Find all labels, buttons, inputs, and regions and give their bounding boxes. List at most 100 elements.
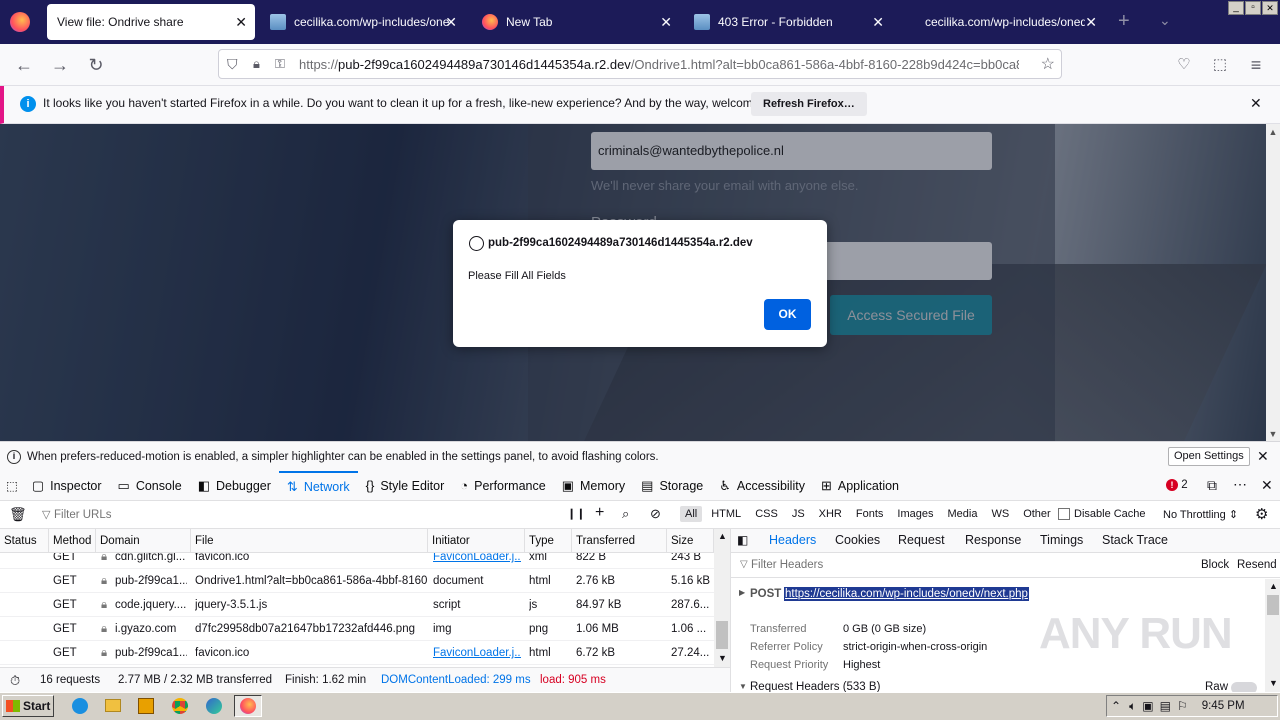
filter-xhr-button[interactable]: XHR bbox=[814, 506, 847, 522]
column-initiator[interactable]: Initiator bbox=[428, 529, 525, 553]
tray-expand-icon[interactable]: ⌃ bbox=[1111, 699, 1121, 713]
tab-cecilika-2[interactable]: cecilika.com/wp-includes/onedv/ ✕ bbox=[915, 4, 1105, 40]
throttling-select[interactable]: No Throttling ⇕ bbox=[1163, 508, 1238, 521]
filter-ws-button[interactable]: WS bbox=[986, 506, 1014, 522]
tab-stack-trace[interactable]: Stack Trace bbox=[1102, 533, 1168, 547]
post-url[interactable]: https://cecilika.com/wp-includes/onedv/n… bbox=[784, 587, 1029, 601]
scroll-up-arrow[interactable]: ▲ bbox=[718, 531, 727, 541]
tab-debugger[interactable]: ◧ Debugger bbox=[190, 471, 279, 501]
trash-icon[interactable]: 🗑︎ bbox=[9, 506, 27, 523]
tab-view-file[interactable]: View file: Ondrive share ✕ bbox=[47, 4, 255, 40]
raw-toggle[interactable] bbox=[1231, 682, 1257, 692]
tab-headers[interactable]: Headers bbox=[769, 533, 816, 547]
back-arrow-icon[interactable]: ← bbox=[13, 54, 35, 76]
tab-cookies[interactable]: Cookies bbox=[835, 533, 880, 547]
filter-images-button[interactable]: Images bbox=[892, 506, 938, 522]
add-icon[interactable]: + bbox=[595, 504, 604, 522]
close-tab-icon[interactable]: ✕ bbox=[1085, 14, 1097, 30]
close-notification-icon[interactable]: ✕ bbox=[1250, 95, 1262, 112]
chrome-icon[interactable] bbox=[172, 698, 188, 714]
forward-arrow-icon[interactable]: → bbox=[49, 54, 71, 76]
bookmark-star-icon[interactable]: ☆ bbox=[1041, 54, 1055, 74]
close-notice-icon[interactable]: ✕ bbox=[1257, 448, 1269, 465]
toggle-panel-icon[interactable]: ◧ bbox=[737, 533, 748, 547]
tab-new-tab[interactable]: New Tab ✕ bbox=[472, 4, 680, 40]
tab-request[interactable]: Request bbox=[898, 533, 945, 547]
refresh-firefox-button[interactable]: Refresh Firefox… bbox=[751, 92, 867, 116]
column-file[interactable]: File bbox=[191, 529, 428, 553]
network-settings-gear-icon[interactable]: ⚙ bbox=[1255, 505, 1268, 523]
shield-tray-icon[interactable]: ▤ bbox=[1160, 699, 1171, 713]
firefox-menu-icon[interactable] bbox=[10, 12, 30, 32]
tab-application[interactable]: ⊞ Application bbox=[813, 471, 907, 501]
volume-icon[interactable]: 🔈︎ bbox=[1129, 699, 1136, 714]
dock-side-icon[interactable]: ⧉ bbox=[1207, 477, 1217, 494]
scroll-up-arrow[interactable]: ▲ bbox=[1266, 127, 1280, 137]
block-button[interactable]: Block bbox=[1201, 559, 1229, 571]
app-menu-icon[interactable]: ≡ bbox=[1245, 54, 1267, 76]
filter-urls-input[interactable] bbox=[54, 506, 534, 524]
pocket-icon[interactable]: ♡ bbox=[1173, 54, 1195, 76]
tab-network[interactable]: ⇅ Network bbox=[278, 470, 358, 501]
disable-cache-checkbox[interactable] bbox=[1058, 508, 1070, 520]
element-picker-icon[interactable]: ⬚ bbox=[0, 471, 24, 501]
cell-initiator[interactable]: FaviconLoader.j... bbox=[433, 641, 521, 665]
close-window-button[interactable]: ✕ bbox=[1262, 1, 1278, 15]
table-row[interactable]: 200 GET 🔒︎ pub-2f99ca1... Ondrive1.html?… bbox=[0, 569, 714, 593]
page-scrollbar[interactable]: ▲ ▼ bbox=[1266, 124, 1280, 441]
new-tab-button[interactable]: + bbox=[1118, 10, 1130, 33]
close-tab-icon[interactable]: ✕ bbox=[872, 14, 884, 30]
url-bar[interactable]: ⛉ 🔒︎ ⚿ https://pub-2f99ca1602494489a7301… bbox=[218, 49, 1062, 79]
error-count-badge[interactable]: ! 2 bbox=[1166, 479, 1188, 491]
flag-icon[interactable]: ⚐ bbox=[1177, 699, 1188, 713]
reload-icon[interactable]: ↻ bbox=[85, 54, 107, 76]
table-row[interactable]: 200 GET 🔒︎ code.jquery.... jquery-3.5.1.… bbox=[0, 593, 714, 617]
lock-icon[interactable]: 🔒︎ bbox=[253, 56, 267, 72]
filter-css-button[interactable]: CSS bbox=[750, 506, 783, 522]
close-devtools-icon[interactable]: ✕ bbox=[1261, 477, 1273, 494]
filter-js-button[interactable]: JS bbox=[787, 506, 810, 522]
devtools-menu-icon[interactable]: ⋯ bbox=[1233, 476, 1247, 493]
tab-timings[interactable]: Timings bbox=[1040, 533, 1083, 547]
column-size[interactable]: Size bbox=[667, 529, 714, 553]
close-tab-icon[interactable]: ✕ bbox=[445, 14, 457, 30]
scroll-down-arrow[interactable]: ▼ bbox=[718, 653, 727, 663]
filter-headers-input[interactable]: Filter Headers bbox=[751, 559, 823, 571]
open-settings-button[interactable]: Open Settings bbox=[1168, 447, 1250, 466]
expand-arrow-icon[interactable]: ▶ bbox=[739, 588, 745, 597]
filter-fonts-button[interactable]: Fonts bbox=[851, 506, 889, 522]
tab-storage[interactable]: ▤ Storage bbox=[633, 471, 711, 501]
pause-icon[interactable]: ❙❙ bbox=[567, 507, 585, 520]
media-player-icon[interactable] bbox=[138, 698, 154, 714]
filter-all-button[interactable]: All bbox=[680, 506, 703, 522]
tab-403-error[interactable]: 403 Error - Forbidden ✕ bbox=[684, 4, 892, 40]
table-row[interactable]: 403 GET 🔒︎ cdn.glitch.gl... favicon.ico … bbox=[0, 553, 714, 569]
close-tab-icon[interactable]: ✕ bbox=[235, 14, 247, 30]
tab-memory[interactable]: ▣ Memory bbox=[554, 471, 633, 501]
request-headers-section[interactable]: ▼ Request Headers (533 B) Raw bbox=[731, 681, 1265, 692]
start-button[interactable]: Start bbox=[2, 695, 54, 717]
column-type[interactable]: Type bbox=[525, 529, 572, 553]
column-transferred[interactable]: Transferred bbox=[572, 529, 667, 553]
tracking-shield-icon[interactable]: ⛉ bbox=[227, 56, 243, 73]
minimize-button[interactable]: _ bbox=[1228, 1, 1244, 15]
dialog-ok-button[interactable]: OK bbox=[764, 299, 811, 330]
tab-performance[interactable]: ◔ Performance bbox=[452, 471, 553, 501]
cell-initiator[interactable]: FaviconLoader.j... bbox=[433, 553, 521, 569]
scroll-thumb[interactable] bbox=[716, 621, 728, 649]
tab-accessibility[interactable]: ♿︎ Accessibility bbox=[711, 471, 813, 501]
tab-console[interactable]: ▭ Console bbox=[110, 471, 190, 501]
block-icon[interactable]: ⊘ bbox=[650, 506, 661, 522]
expand-arrow-icon[interactable]: ▼ bbox=[739, 682, 747, 691]
permissions-key-icon[interactable]: ⚿ bbox=[275, 56, 293, 72]
url-text[interactable]: https://pub-2f99ca1602494489a730146d1445… bbox=[299, 57, 1019, 72]
column-status[interactable]: Status bbox=[0, 529, 49, 553]
ie-icon[interactable] bbox=[72, 698, 88, 714]
scroll-up-arrow[interactable]: ▲ bbox=[1269, 581, 1278, 591]
scroll-down-arrow[interactable]: ▼ bbox=[1266, 429, 1280, 439]
side-scrollbar[interactable]: ▲ ▼ bbox=[1265, 579, 1280, 692]
edge-icon[interactable] bbox=[206, 698, 222, 714]
scroll-down-arrow[interactable]: ▼ bbox=[1269, 678, 1278, 688]
restore-button[interactable]: ▫ bbox=[1245, 1, 1261, 15]
table-row[interactable]: 404 GET 🔒︎ pub-2f99ca1... favicon.ico Fa… bbox=[0, 641, 714, 665]
